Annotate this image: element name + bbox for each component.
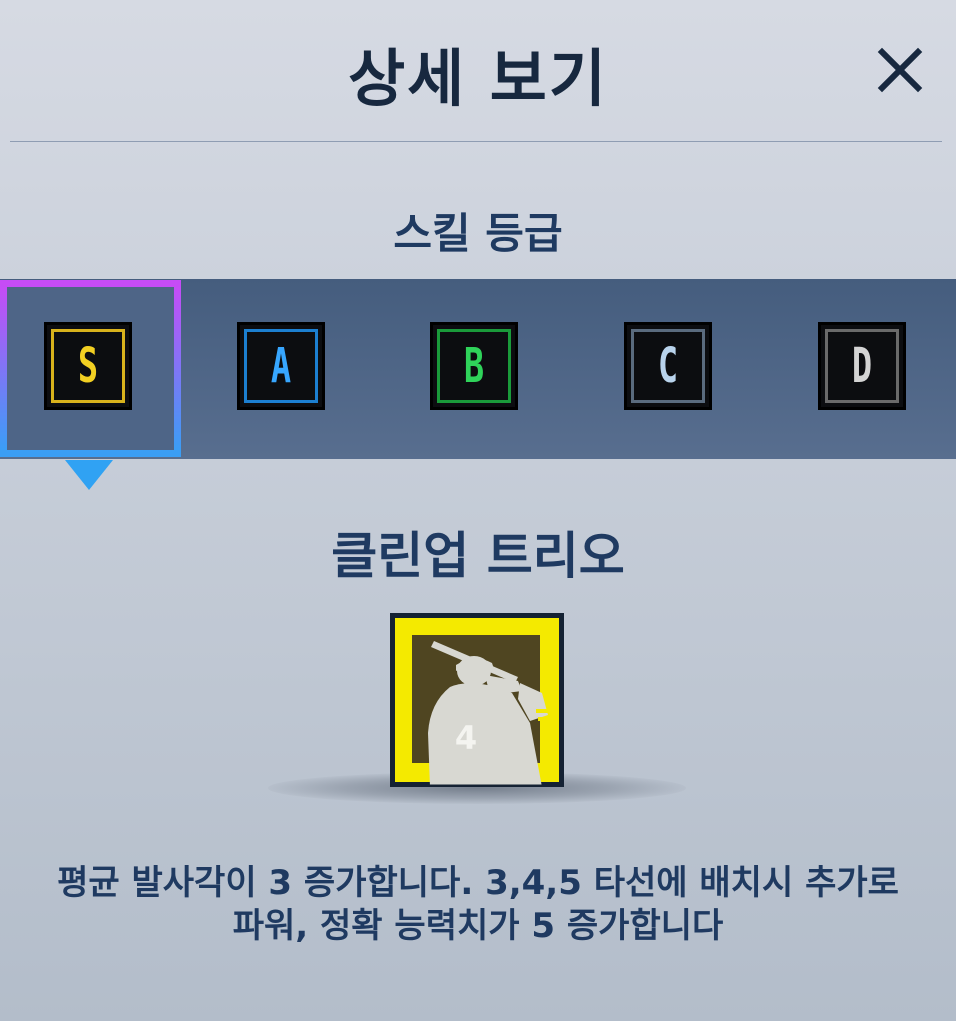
close-icon xyxy=(877,47,923,93)
skill-description: 평균 발사각이 3 증가합니다. 3,4,5 타선에 배치시 추가로 파워, 정… xyxy=(0,862,956,948)
page-title: 상세 보기 xyxy=(348,42,608,115)
grade-tab-b[interactable]: B xyxy=(430,322,518,410)
grade-tab-a[interactable]: A xyxy=(237,322,325,410)
grade-tab-s[interactable]: S xyxy=(44,322,132,410)
skill-grade-label: 스킬 등급 xyxy=(393,209,563,258)
grade-letter: A xyxy=(270,338,292,394)
description-line-1: 평균 발사각이 3 증가합니다. 3,4,5 타선에 배치시 추가로 xyxy=(57,863,899,903)
grade-letter: C xyxy=(657,338,679,394)
batter-icon: 4 xyxy=(387,610,567,790)
close-button[interactable] xyxy=(868,38,932,102)
skill-name: 클린업 트리오 xyxy=(331,527,625,585)
grade-tab-c[interactable]: C xyxy=(624,322,712,410)
skill-icon: 4 xyxy=(387,610,567,790)
grade-letter: D xyxy=(851,338,873,394)
grade-letter: B xyxy=(463,338,485,394)
grade-tab-d[interactable]: D xyxy=(818,322,906,410)
header-divider xyxy=(10,141,942,142)
selection-pointer-icon xyxy=(65,460,113,490)
jersey-number: 4 xyxy=(455,719,477,757)
description-line-2: 파워, 정확 능력치가 5 증가합니다 xyxy=(232,906,724,946)
grade-letter: S xyxy=(77,338,99,394)
